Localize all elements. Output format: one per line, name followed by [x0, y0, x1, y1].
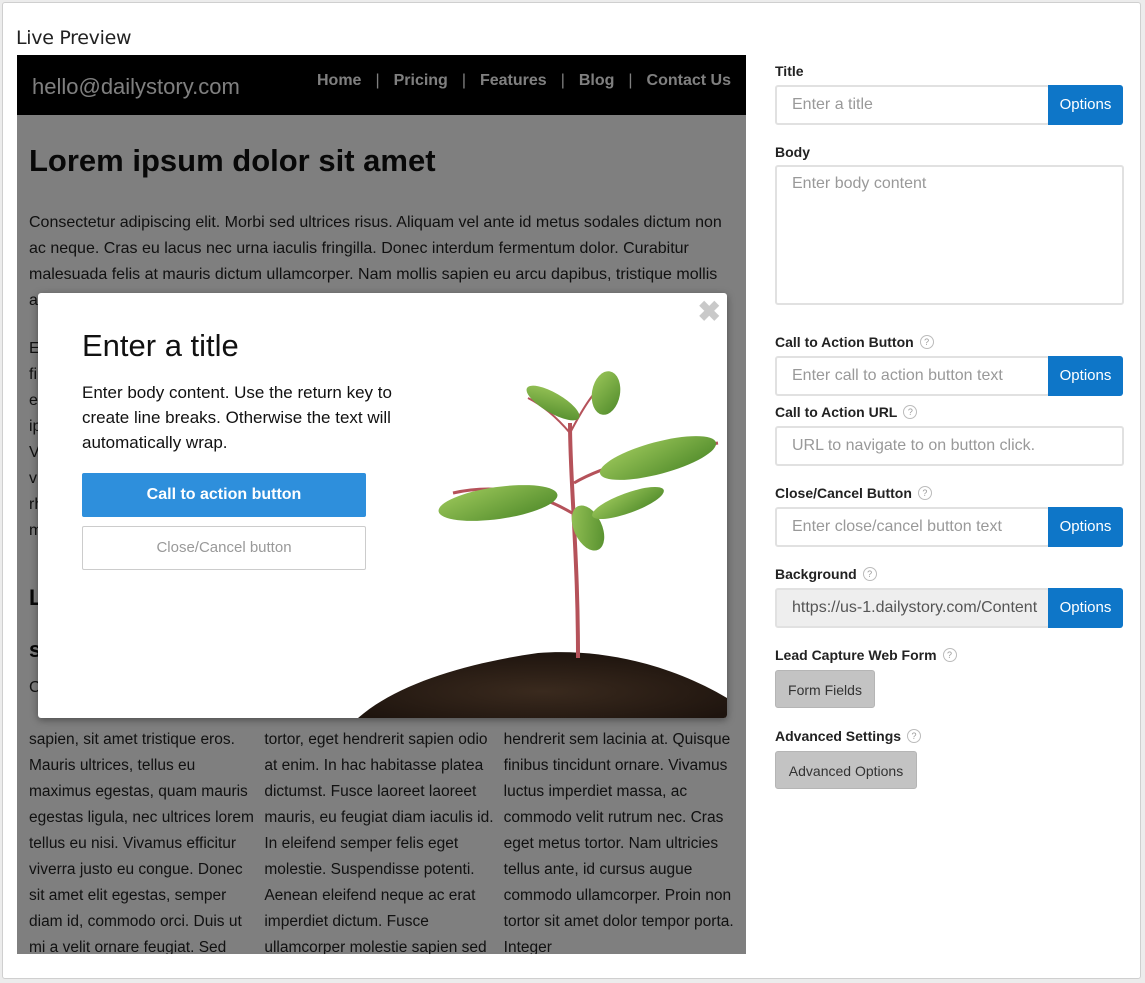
help-icon[interactable]: ?: [903, 405, 918, 419]
url-label: Call to Action URL?: [775, 404, 918, 420]
close-options-button[interactable]: Options: [1048, 507, 1123, 547]
popup-modal: ✖ Enter a title Enter body content. Use …: [38, 293, 727, 718]
close-icon[interactable]: ✖: [698, 295, 721, 328]
modal-title: Enter a title: [82, 328, 239, 363]
title-options-button[interactable]: Options: [1048, 85, 1123, 125]
plant-image: [358, 371, 727, 718]
title-input[interactable]: Enter a title: [775, 85, 1050, 125]
help-icon[interactable]: ?: [862, 567, 877, 581]
cta-button[interactable]: Call to action button: [82, 473, 366, 517]
cta-input[interactable]: Enter call to action button text: [775, 356, 1050, 396]
form-fields-button[interactable]: Form Fields: [775, 670, 875, 708]
close-input[interactable]: Enter close/cancel button text: [775, 507, 1050, 547]
background-input[interactable]: https://us-1.dailystory.com/Content: [775, 588, 1050, 628]
help-icon[interactable]: ?: [942, 648, 957, 662]
background-options-button[interactable]: Options: [1048, 588, 1123, 628]
cta-options-button[interactable]: Options: [1048, 356, 1123, 396]
lead-capture-label: Lead Capture Web Form?: [775, 647, 957, 663]
page-title: Live Preview: [16, 27, 132, 49]
close-label: Close/Cancel Button?: [775, 485, 932, 501]
advanced-options-button[interactable]: Advanced Options: [775, 751, 917, 789]
help-icon[interactable]: ?: [917, 486, 932, 500]
cancel-button[interactable]: Close/Cancel button: [82, 526, 366, 570]
live-preview: hello@dailystory.com Home| Pricing| Feat…: [17, 55, 746, 954]
background-label: Background?: [775, 566, 877, 582]
body-textarea[interactable]: Enter body content: [775, 165, 1124, 305]
body-label: Body: [775, 144, 810, 160]
advanced-settings-label: Advanced Settings?: [775, 728, 922, 744]
cta-label: Call to Action Button?: [775, 334, 934, 350]
help-icon[interactable]: ?: [907, 729, 922, 743]
help-icon[interactable]: ?: [919, 335, 934, 349]
url-input[interactable]: URL to navigate to on button click.: [775, 426, 1124, 466]
title-label: Title: [775, 63, 804, 79]
